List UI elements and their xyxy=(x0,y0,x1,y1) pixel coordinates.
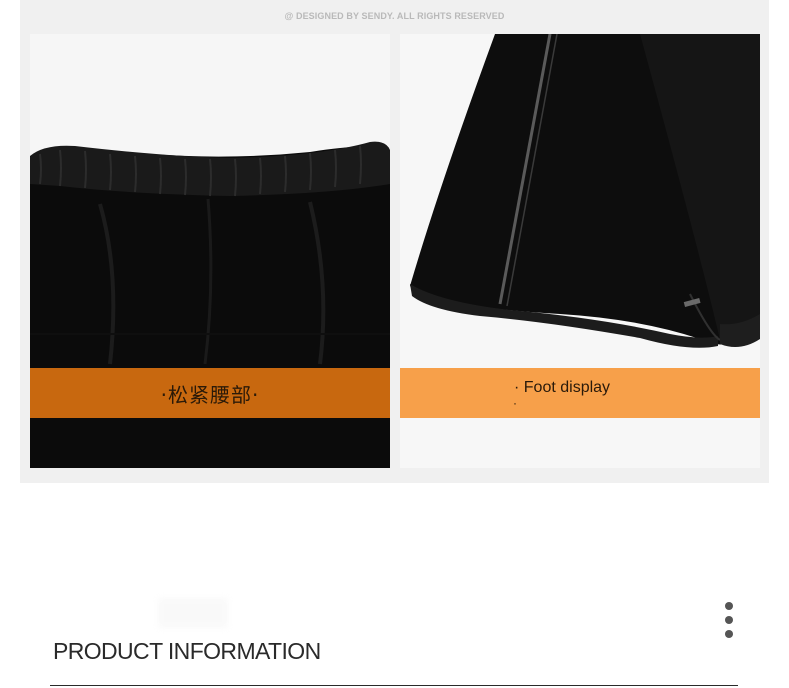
menu-dot xyxy=(725,616,733,624)
photo-card-waistband[interactable]: ·松紧腰部· xyxy=(30,34,390,468)
photo-card-foot-display[interactable]: · Foot display · xyxy=(400,34,760,468)
product-gallery: @ DESIGNED BY SENDY. ALL RIGHTS RESERVED… xyxy=(20,0,769,483)
section-divider xyxy=(50,685,738,686)
caption-dot: · xyxy=(513,396,517,410)
caption-waistband: ·松紧腰部· xyxy=(160,382,260,407)
menu-dot xyxy=(725,630,733,638)
caption-band-waistband: ·松紧腰部· xyxy=(30,368,390,418)
menu-dot xyxy=(725,602,733,610)
faded-watermark xyxy=(158,598,228,628)
copyright-notice: @ DESIGNED BY SENDY. ALL RIGHTS RESERVED xyxy=(284,11,505,21)
more-vertical-icon[interactable] xyxy=(718,600,740,640)
section-title-product-information: PRODUCT INFORMATION xyxy=(53,638,321,664)
caption-band-foot-display: · Foot display · xyxy=(400,368,760,418)
caption-foot-display: · Foot display xyxy=(514,379,611,396)
